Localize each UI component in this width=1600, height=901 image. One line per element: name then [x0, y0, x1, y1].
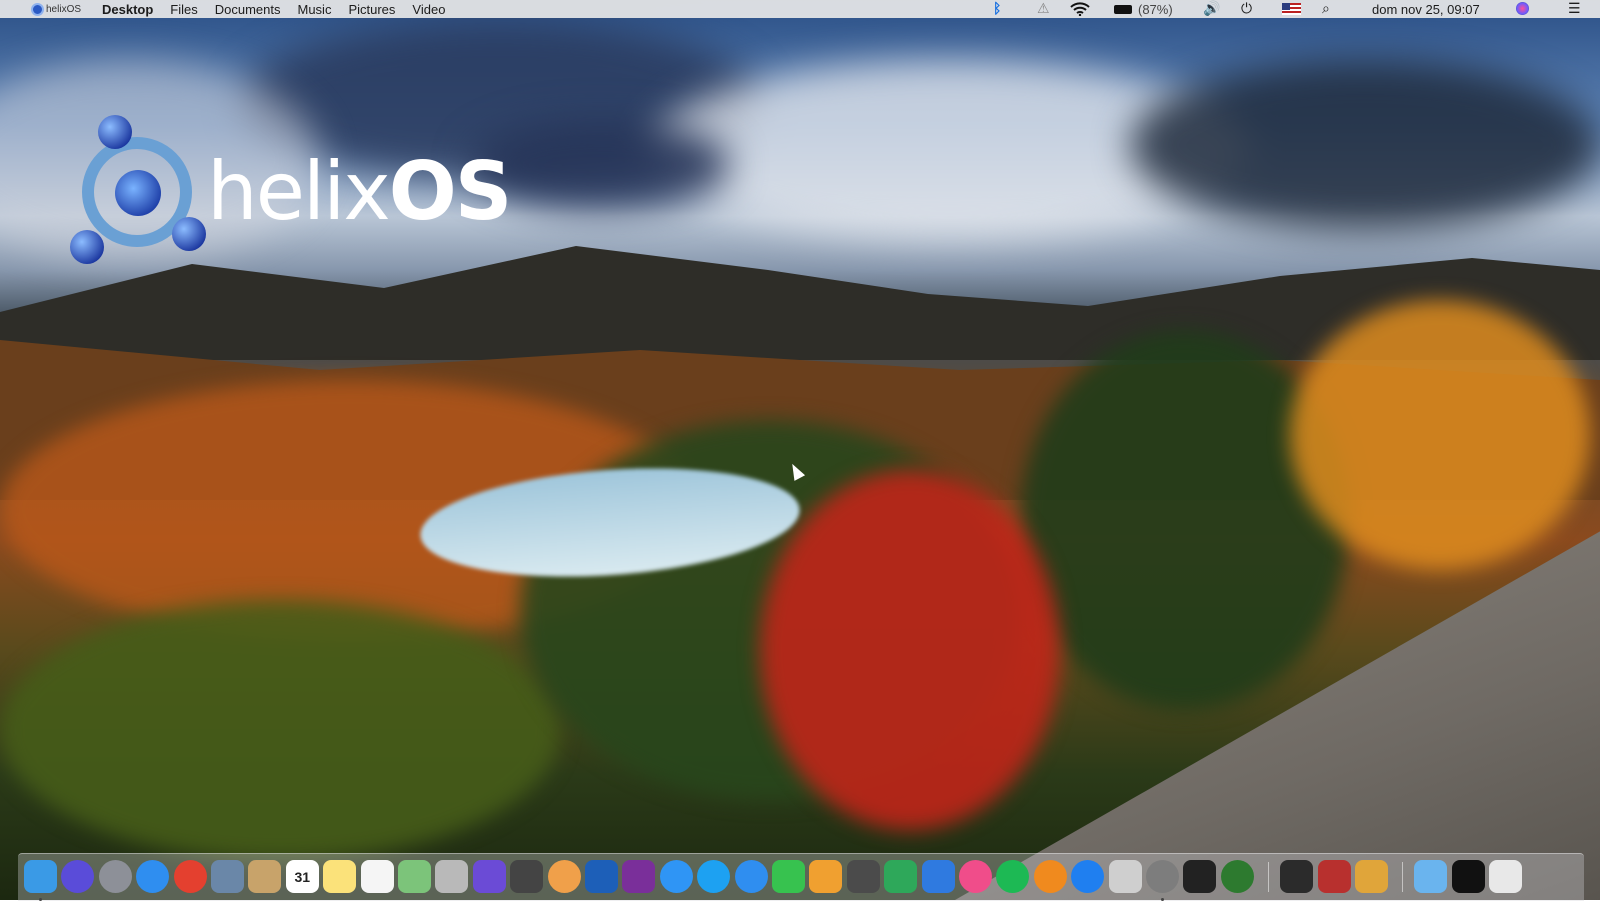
messages-icon[interactable]: [659, 860, 693, 893]
keynote-display-icon[interactable]: [846, 860, 880, 893]
menu-pictures[interactable]: Pictures: [348, 2, 395, 17]
books-icon[interactable]: [1033, 860, 1067, 893]
contacts-icon[interactable]: [248, 860, 282, 893]
bluetooth-icon[interactable]: ᛒ: [993, 0, 1001, 18]
calendar-date-label: 31: [294, 868, 311, 885]
flashcut-icon[interactable]: [1280, 860, 1314, 893]
twitter-icon[interactable]: [697, 860, 731, 893]
launchpad-icon[interactable]: [98, 860, 132, 893]
finder-icon[interactable]: [24, 860, 57, 893]
ink-icon[interactable]: [1317, 860, 1351, 893]
keynote-icon[interactable]: [921, 860, 955, 893]
menu-music[interactable]: Music: [298, 2, 332, 17]
imovie-icon[interactable]: [472, 860, 506, 893]
menu-documents[interactable]: Documents: [215, 2, 281, 17]
documents-stack-icon[interactable]: [1451, 860, 1485, 893]
wifi-icon[interactable]: [1070, 0, 1090, 18]
system-preferences-icon[interactable]: [1146, 860, 1179, 893]
menu-logo-text: helixOS: [46, 3, 82, 15]
warning-icon[interactable]: ⚠: [1037, 0, 1050, 18]
terminal-icon[interactable]: [1183, 860, 1217, 893]
numbers-icon[interactable]: [884, 860, 918, 893]
battery-icon: [1114, 4, 1132, 14]
helixos-mini-icon: [31, 2, 44, 16]
affinity-designer-icon[interactable]: [585, 860, 618, 893]
activity-monitor-icon[interactable]: [1220, 860, 1254, 893]
dock: 31: [18, 853, 1584, 901]
menu-desktop[interactable]: Desktop: [102, 2, 153, 17]
dock-separator: [1268, 862, 1270, 892]
helixos-wordmark: helixOS: [207, 145, 512, 238]
photos-icon[interactable]: [547, 860, 581, 893]
maps-icon[interactable]: [398, 860, 431, 893]
calendar-icon[interactable]: 31: [285, 860, 319, 893]
search-icon[interactable]: ⌕: [1322, 0, 1330, 18]
power-icon[interactable]: ⏻: [1241, 0, 1252, 18]
safari-icon[interactable]: [136, 860, 170, 893]
spotify-icon[interactable]: [996, 860, 1030, 893]
menu-files[interactable]: Files: [170, 2, 197, 17]
helixos-desktop-logo: helixOS: [70, 115, 512, 275]
menu-video[interactable]: Video: [412, 2, 445, 17]
itunes-icon[interactable]: [959, 860, 992, 893]
pages-icon[interactable]: [809, 860, 843, 893]
siri-icon[interactable]: [1516, 2, 1529, 15]
apple-menu-logo[interactable]: helixOS: [31, 2, 101, 16]
dock-separator: [1402, 862, 1404, 892]
preview-icon[interactable]: [211, 860, 244, 893]
menu-list-icon[interactable]: ☰: [1568, 0, 1581, 18]
messenger-icon[interactable]: [734, 860, 768, 893]
chrome-icon[interactable]: [173, 860, 207, 893]
photo-booth-icon[interactable]: [435, 860, 469, 893]
downloads-folder-icon[interactable]: [1414, 860, 1448, 893]
menu-bar: helixOS Desktop Files Documents Music Pi…: [0, 0, 1600, 18]
battery-status[interactable]: (87%): [1114, 0, 1173, 18]
speaker-icon[interactable]: 🔊: [1203, 0, 1220, 18]
siri-icon[interactable]: [61, 860, 95, 893]
screenshot-icon[interactable]: [1108, 860, 1142, 893]
reminders-icon[interactable]: [360, 860, 394, 893]
facetime-icon[interactable]: [772, 860, 805, 893]
script-editor-icon[interactable]: [1355, 860, 1388, 893]
trash-icon[interactable]: [1489, 860, 1523, 893]
final-cut-icon[interactable]: [510, 860, 544, 893]
notes-icon[interactable]: [323, 860, 357, 893]
flag-us-icon[interactable]: [1282, 3, 1301, 15]
affinity-photo-icon[interactable]: [622, 860, 656, 893]
app-store-icon[interactable]: [1071, 860, 1105, 893]
battery-percent: (87%): [1138, 1, 1173, 17]
menubar-clock[interactable]: dom nov 25, 09:07: [1372, 0, 1480, 18]
